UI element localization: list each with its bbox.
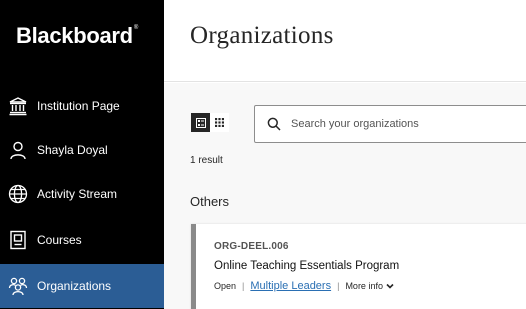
- page-title: Organizations: [190, 22, 334, 49]
- multiple-leaders-link[interactable]: Multiple Leaders: [250, 280, 331, 292]
- list-view-icon: [195, 117, 206, 128]
- main-content: Organizations Search your organizations …: [164, 0, 526, 309]
- divider: |: [242, 281, 245, 291]
- section-title-others: Others: [190, 194, 230, 209]
- organization-status: Open: [214, 281, 237, 291]
- sidebar: Blackboard® Institution Page Shayla Doya: [0, 0, 164, 309]
- organization-card[interactable]: ORG-DEEL.006 Online Teaching Essentials …: [191, 224, 526, 309]
- search-input[interactable]: [291, 118, 521, 130]
- logo-registered-mark: ®: [133, 25, 138, 31]
- sidebar-item-label: Courses: [37, 233, 82, 247]
- organization-meta: Open | Multiple Leaders | More info: [214, 280, 394, 292]
- more-info-button[interactable]: More info: [345, 281, 394, 291]
- sidebar-item-profile[interactable]: Shayla Doyal: [0, 128, 164, 172]
- list-view-button[interactable]: [191, 113, 210, 132]
- sidebar-item-label: Activity Stream: [37, 187, 118, 201]
- search-icon: [267, 117, 281, 131]
- divider: |: [337, 281, 340, 291]
- logo-text: Blackboard: [16, 23, 133, 48]
- institution-icon: [8, 96, 28, 116]
- chevron-down-icon: [386, 283, 394, 289]
- sidebar-item-label: Institution Page: [37, 99, 120, 113]
- sidebar-item-organizations[interactable]: Organizations: [0, 264, 164, 308]
- sidebar-item-courses[interactable]: Courses: [0, 218, 164, 262]
- sidebar-item-activity-stream[interactable]: Activity Stream: [0, 172, 164, 216]
- globe-icon: [8, 184, 28, 204]
- search-box[interactable]: [254, 105, 526, 143]
- sidebar-item-label: Shayla Doyal: [37, 143, 108, 157]
- sidebar-item-label: Organizations: [37, 279, 112, 293]
- organizations-panel: 1 result Others ORG-DEEL.006 Online Teac…: [164, 83, 526, 309]
- organization-name[interactable]: Online Teaching Essentials Program: [214, 260, 399, 272]
- courses-icon: [8, 230, 28, 250]
- blackboard-logo[interactable]: Blackboard®: [16, 23, 138, 49]
- sidebar-item-institution-page[interactable]: Institution Page: [0, 84, 164, 128]
- more-info-label: More info: [345, 281, 383, 291]
- organization-code: ORG-DEEL.006: [214, 241, 289, 252]
- grid-view-button[interactable]: [210, 113, 229, 132]
- user-icon: [8, 140, 28, 160]
- grid-view-icon: [215, 118, 224, 127]
- view-mode-toggle: [191, 113, 229, 132]
- organizations-icon: [8, 276, 28, 296]
- result-count: 1 result: [190, 155, 223, 166]
- page-header: Organizations: [164, 0, 526, 82]
